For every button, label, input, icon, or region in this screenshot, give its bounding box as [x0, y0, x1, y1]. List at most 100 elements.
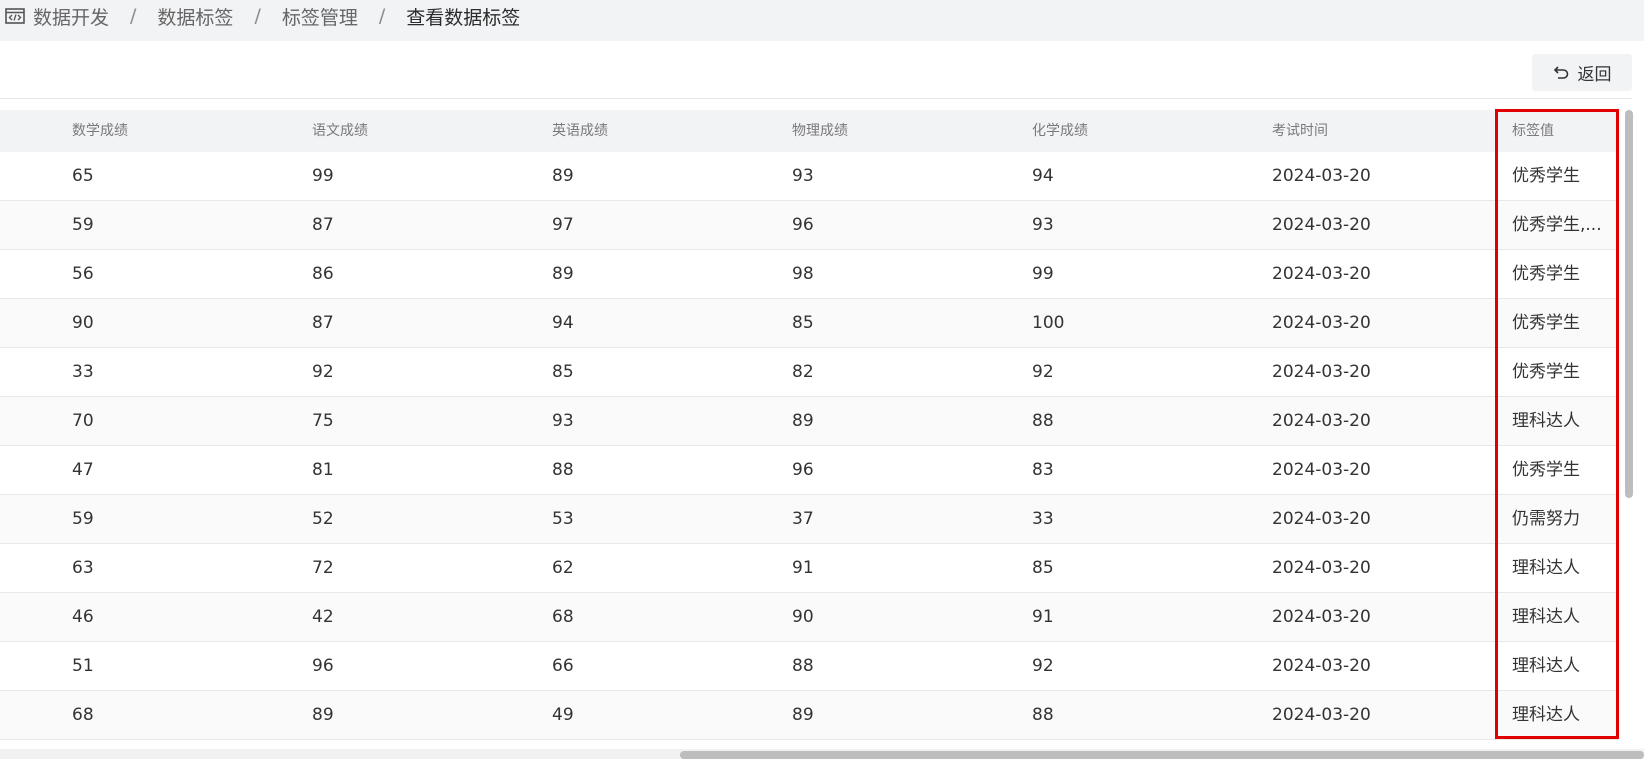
- table-cell: 89: [552, 264, 574, 284]
- table-cell: 89: [792, 411, 814, 431]
- tag-value-cell: 优秀学生: [1512, 313, 1580, 333]
- table-cell: 81: [312, 460, 334, 480]
- table-cell: 89: [792, 705, 814, 725]
- breadcrumb-separator: /: [378, 5, 386, 27]
- table-row[interactable]: 63 72 62 91 85 2024-03-20 理科达人: [0, 544, 1618, 593]
- table-cell: 49: [552, 705, 574, 725]
- table-cell: 96: [312, 656, 334, 676]
- table-cell: 85: [1032, 558, 1054, 578]
- table-row[interactable]: 65 99 89 93 94 2024-03-20 优秀学生: [0, 152, 1618, 201]
- table-cell: 92: [312, 362, 334, 382]
- breadcrumb: 数据开发 / 数据标签 / 标签管理 / 查看数据标签: [5, 3, 520, 29]
- table-cell: 100: [1032, 313, 1065, 333]
- breadcrumb-separator: /: [130, 5, 137, 27]
- table-cell: 92: [1032, 656, 1054, 676]
- table-cell: 99: [312, 166, 334, 186]
- table-row[interactable]: 59 87 97 96 93 2024-03-20 优秀学生,...: [0, 201, 1618, 250]
- column-header-english[interactable]: 英语成绩: [552, 110, 608, 152]
- table-cell: 33: [1032, 509, 1054, 529]
- data-table: 数学成绩 语文成绩 英语成绩 物理成绩 化学成绩 考试时间 标签值 65 99 89…: [0, 110, 1618, 740]
- table-cell: 86: [312, 264, 334, 284]
- tag-value-cell: 优秀学生: [1512, 460, 1580, 480]
- tag-value-cell: 理科达人: [1512, 656, 1580, 676]
- table-cell: 75: [312, 411, 334, 431]
- table-cell: 97: [552, 215, 574, 235]
- column-header-math[interactable]: 数学成绩: [72, 110, 128, 152]
- table-cell: 52: [312, 509, 334, 529]
- table-cell: 72: [312, 558, 334, 578]
- column-header-physics[interactable]: 物理成绩: [792, 110, 848, 152]
- table-cell: 83: [1032, 460, 1054, 480]
- table-row[interactable]: 70 75 93 89 88 2024-03-20 理科达人: [0, 397, 1618, 446]
- tag-value-cell: 仍需努力: [1512, 509, 1580, 529]
- table-cell: 2024-03-20: [1272, 264, 1371, 284]
- table-cell: 2024-03-20: [1272, 558, 1371, 578]
- tag-value-cell: 理科达人: [1512, 411, 1580, 431]
- breadcrumb-item-current: 查看数据标签: [406, 6, 521, 29]
- table-cell: 89: [312, 705, 334, 725]
- table-header: 数学成绩 语文成绩 英语成绩 物理成绩 化学成绩 考试时间 标签值: [0, 110, 1618, 152]
- table-row[interactable]: 46 42 68 90 91 2024-03-20 理科达人: [0, 593, 1618, 642]
- breadcrumb-item-data-dev[interactable]: 数据开发: [33, 3, 109, 30]
- table-cell: 88: [1032, 411, 1054, 431]
- table-cell: 66: [552, 656, 574, 676]
- table-cell: 68: [552, 607, 574, 627]
- table-cell: 85: [792, 313, 814, 333]
- table-cell: 90: [792, 607, 814, 627]
- tag-value-cell: 理科达人: [1512, 705, 1580, 725]
- top-bar: 数据开发 / 数据标签 / 标签管理 / 查看数据标签: [0, 0, 1644, 41]
- table-row[interactable]: 47 81 88 96 83 2024-03-20 优秀学生: [0, 446, 1618, 495]
- tag-value-cell: 优秀学生,...: [1512, 215, 1602, 235]
- table-cell: 94: [1032, 166, 1054, 186]
- table-cell: 37: [792, 509, 814, 529]
- table-cell: 85: [552, 362, 574, 382]
- table-cell: 96: [792, 460, 814, 480]
- table-cell: 87: [312, 313, 334, 333]
- table-row[interactable]: 51 96 66 88 92 2024-03-20 理科达人: [0, 642, 1618, 691]
- table-row[interactable]: 90 87 94 85 100 2024-03-20 优秀学生: [0, 299, 1618, 348]
- table-cell: 59: [72, 215, 94, 235]
- table-cell: 2024-03-20: [1272, 215, 1371, 235]
- table-row[interactable]: 68 89 49 89 88 2024-03-20 理科达人: [0, 691, 1618, 740]
- table-cell: 87: [312, 215, 334, 235]
- table-row[interactable]: 56 86 89 98 99 2024-03-20 优秀学生: [0, 250, 1618, 299]
- column-header-chinese[interactable]: 语文成绩: [312, 110, 368, 152]
- tag-value-cell: 优秀学生: [1512, 362, 1580, 382]
- column-header-tag-value[interactable]: 标签值: [1512, 110, 1608, 152]
- table-row[interactable]: 33 92 85 82 92 2024-03-20 优秀学生: [0, 348, 1618, 397]
- table-cell: 88: [552, 460, 574, 480]
- table-cell: 2024-03-20: [1272, 656, 1371, 676]
- vertical-scrollbar[interactable]: [1625, 110, 1633, 498]
- divider: [0, 98, 1632, 99]
- back-button-label: 返回: [1577, 65, 1612, 85]
- table-cell: 70: [72, 411, 94, 431]
- back-button[interactable]: 返回: [1532, 54, 1632, 91]
- column-header-exam-date[interactable]: 考试时间: [1272, 110, 1328, 152]
- table-cell: 93: [552, 411, 574, 431]
- tag-value-cell: 优秀学生: [1512, 264, 1580, 284]
- table-cell: 99: [1032, 264, 1054, 284]
- horizontal-scrollbar[interactable]: [680, 751, 1644, 759]
- table-cell: 91: [792, 558, 814, 578]
- column-header-chemistry[interactable]: 化学成绩: [1032, 110, 1088, 152]
- table-cell: 46: [72, 607, 94, 627]
- table-cell: 93: [792, 166, 814, 186]
- table-cell: 88: [1032, 705, 1054, 725]
- table-cell: 68: [72, 705, 94, 725]
- tag-value-cell: 理科达人: [1512, 558, 1580, 578]
- table-cell: 63: [72, 558, 94, 578]
- table-cell: 53: [552, 509, 574, 529]
- table-cell: 92: [1032, 362, 1054, 382]
- table-body: 65 99 89 93 94 2024-03-20 优秀学生 59 87 97 96 93 2024-0…: [0, 152, 1618, 740]
- tag-value-cell: 优秀学生: [1512, 166, 1580, 186]
- table-cell: 2024-03-20: [1272, 411, 1371, 431]
- table-cell: 93: [1032, 215, 1054, 235]
- table-row[interactable]: 59 52 53 37 33 2024-03-20 仍需努力: [0, 495, 1618, 544]
- table-cell: 59: [72, 509, 94, 529]
- breadcrumb-item-tag-management[interactable]: 标签管理: [282, 3, 358, 30]
- breadcrumb-item-data-tags[interactable]: 数据标签: [157, 3, 233, 30]
- breadcrumb-separator: /: [254, 5, 261, 27]
- table-cell: 98: [792, 264, 814, 284]
- table-cell: 2024-03-20: [1272, 313, 1371, 333]
- table-cell: 96: [792, 215, 814, 235]
